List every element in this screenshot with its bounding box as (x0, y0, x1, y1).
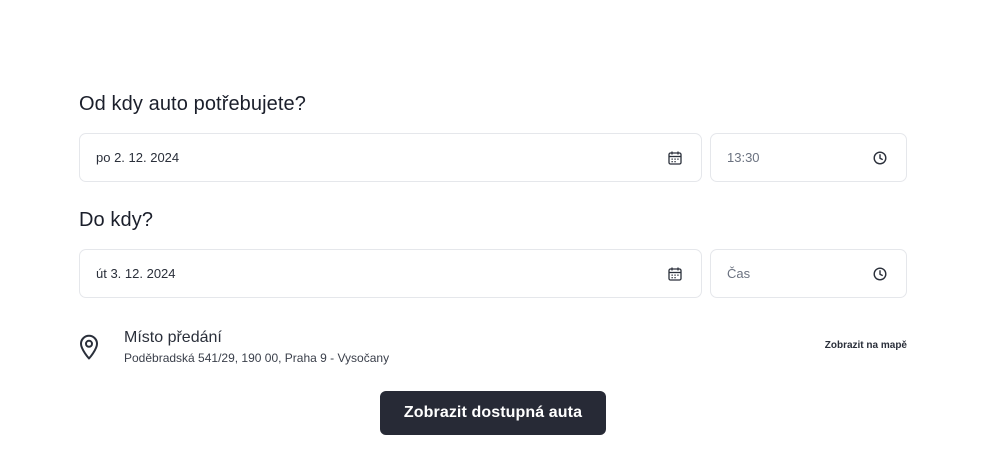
to-time-field[interactable]: Čas (710, 249, 907, 298)
calendar-icon (667, 150, 683, 166)
from-date-value: po 2. 12. 2024 (96, 150, 180, 165)
to-date-value: út 3. 12. 2024 (96, 266, 176, 281)
from-time-field[interactable]: 13:30 (710, 133, 907, 182)
from-section-title: Od kdy auto potřebujete? (79, 93, 306, 115)
from-time-value: 13:30 (727, 150, 760, 165)
pickup-location: Místo předání Poděbradská 541/29, 190 00… (79, 327, 907, 369)
location-title: Místo předání (124, 329, 222, 346)
clock-icon (872, 150, 888, 166)
from-date-field[interactable]: po 2. 12. 2024 (79, 133, 702, 182)
location-address: Poděbradská 541/29, 190 00, Praha 9 - Vy… (124, 351, 390, 365)
to-time-placeholder: Čas (727, 266, 751, 281)
calendar-icon (667, 266, 683, 282)
map-pin-icon (79, 334, 99, 360)
to-section-title: Do kdy? (79, 209, 154, 231)
to-date-field[interactable]: út 3. 12. 2024 (79, 249, 702, 298)
show-on-map-link[interactable]: Zobrazit na mapě (825, 340, 907, 351)
clock-icon (872, 266, 888, 282)
show-available-cars-button[interactable]: Zobrazit dostupná auta (380, 391, 606, 435)
